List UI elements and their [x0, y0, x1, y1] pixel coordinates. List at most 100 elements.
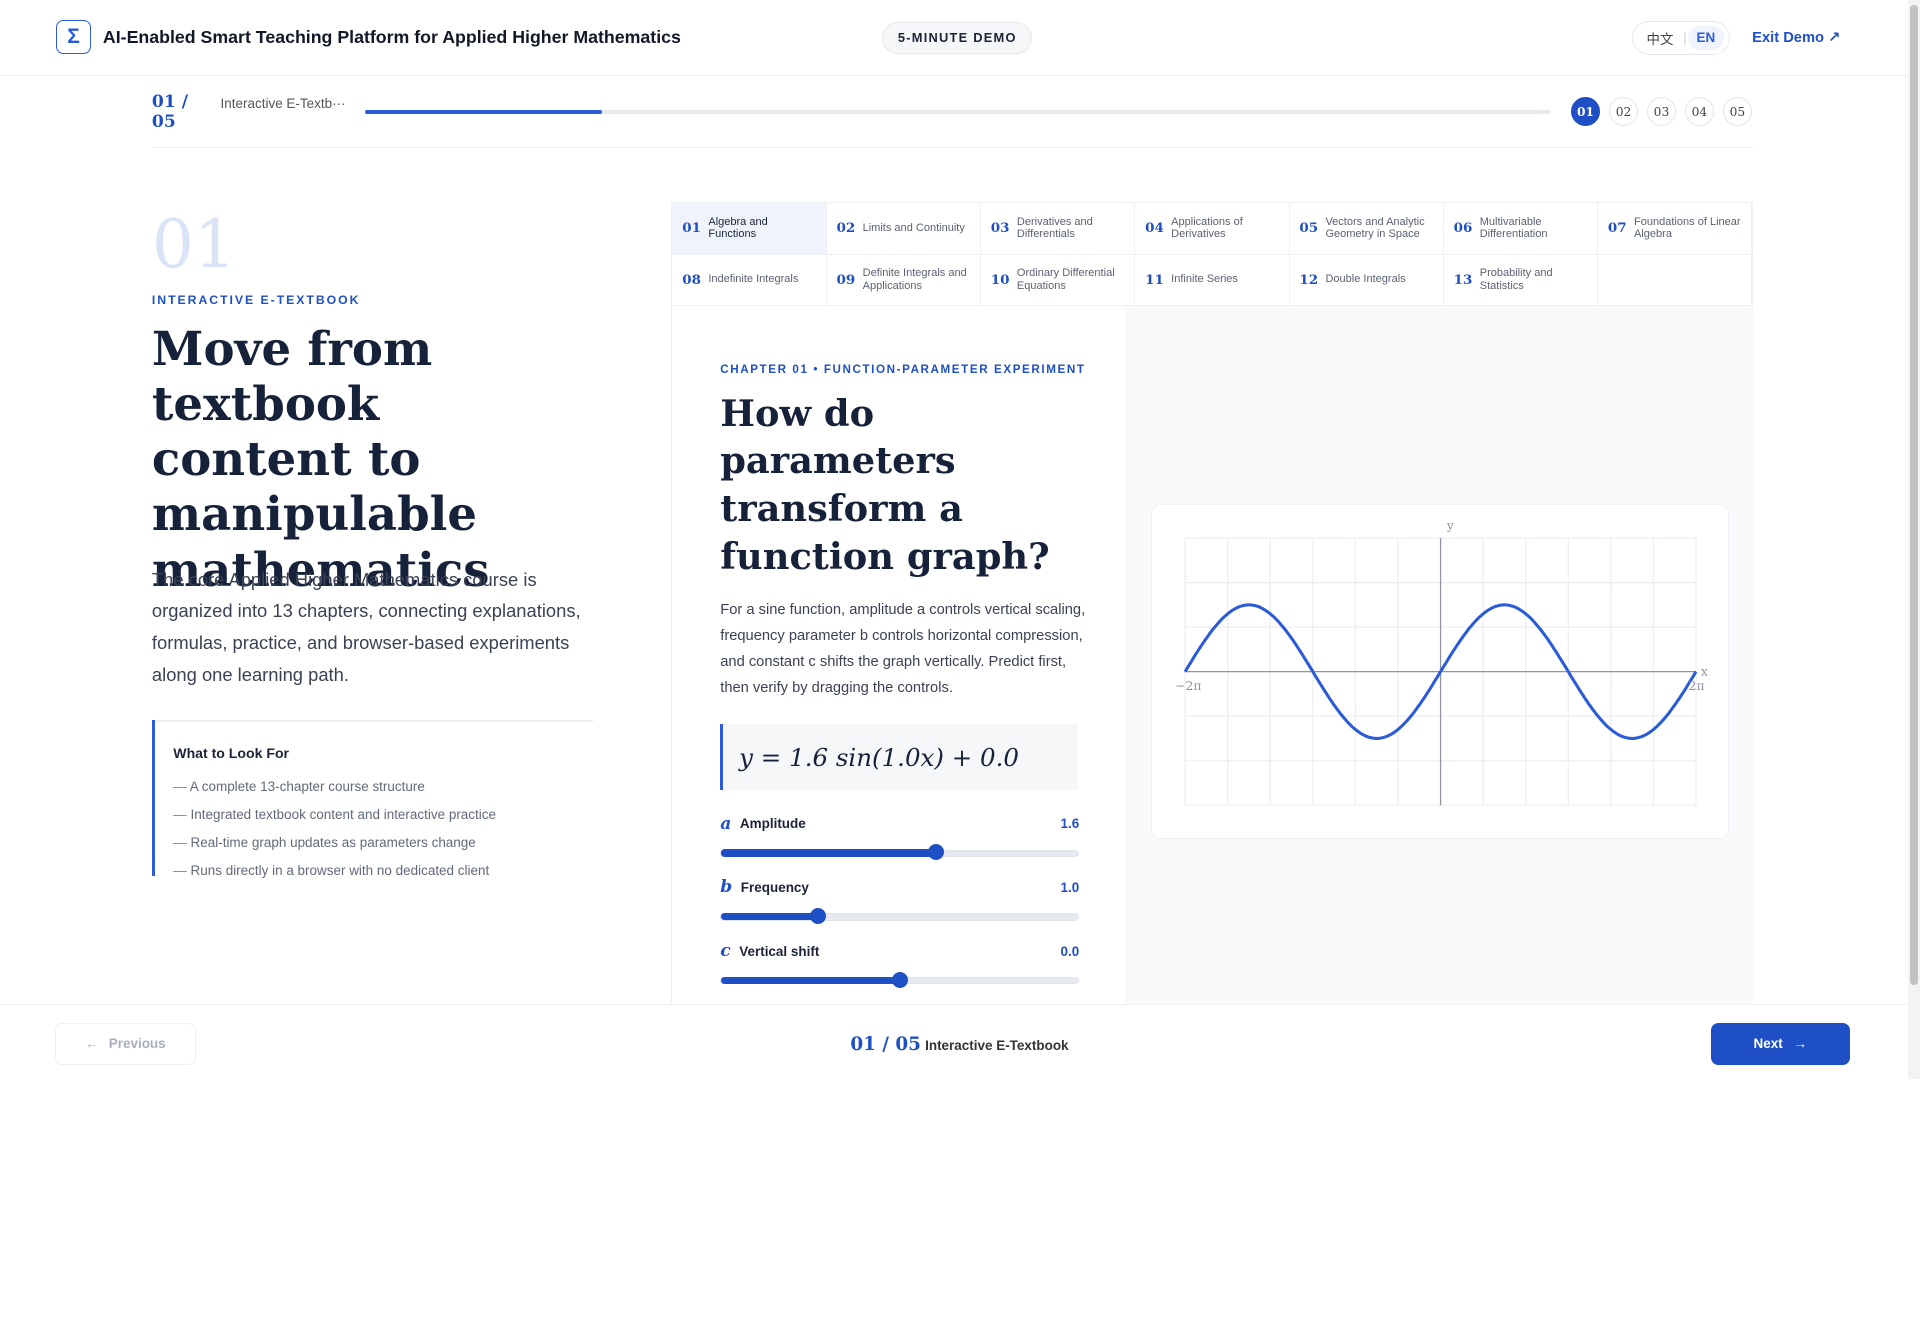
- parameter-slider: b Frequency 1.0: [720, 877, 1080, 925]
- step-dot[interactable]: 03: [1646, 96, 1677, 127]
- chapter-tab[interactable]: 12 Double Integrals: [1289, 254, 1444, 307]
- chapter-title: Indefinite Integrals: [708, 273, 799, 286]
- divider: [151, 147, 1754, 149]
- chapter-title: Algebra and Functions: [708, 215, 768, 241]
- previous-button[interactable]: ← Previous: [55, 1022, 197, 1065]
- chapter-number: 10: [990, 271, 1010, 288]
- chapter-tab[interactable]: 04 Applications of Derivatives: [1135, 203, 1290, 255]
- footer-bar: ← Previous 01 / 05 Interactive E-Textboo…: [0, 1003, 1920, 1080]
- footer-step: 01 / 05: [850, 1033, 921, 1055]
- chapter-number: 09: [836, 271, 856, 288]
- chapter-title: Limits and Continuity: [862, 221, 965, 234]
- chapter-tab[interactable]: 07 Foundations of Linear Algebra: [1598, 203, 1753, 255]
- progress-step-current: 01 /: [151, 92, 189, 113]
- chapter-tab[interactable]: 06 Multivariable Differentiation: [1443, 203, 1599, 255]
- parameter-name: Amplitude: [739, 816, 806, 832]
- chapter-number: 04: [1145, 220, 1164, 237]
- chapter-number: 12: [1299, 271, 1319, 288]
- look-item: Integrated textbook content and interact…: [173, 801, 519, 829]
- step-dots: 01 02 03 04 05: [1570, 96, 1753, 127]
- parameter-symbol: a: [720, 813, 732, 834]
- chapter-number: 07: [1607, 220, 1627, 237]
- x-min-tick-label: −2π: [1175, 679, 1201, 693]
- section-description: The core Applied Higher Mathematics cour…: [151, 568, 581, 686]
- chapter-number: 13: [1453, 271, 1473, 288]
- step-dot[interactable]: 02: [1608, 96, 1639, 127]
- parameter-symbol: c: [720, 941, 731, 962]
- next-button[interactable]: Next →: [1710, 1022, 1851, 1065]
- footer-step-name: Interactive E-Textbook: [925, 1037, 1069, 1053]
- slider-fill: [721, 849, 936, 857]
- lang-en-button[interactable]: EN: [1687, 25, 1724, 51]
- chapter-title: Ordinary Differential Equations: [1016, 266, 1115, 292]
- look-item: Runs directly in a browser with no dedic…: [173, 857, 519, 885]
- slider-label-row: a Amplitude 1.6: [720, 814, 1079, 834]
- chapter-tab[interactable]: 08 Indefinite Integrals: [672, 254, 827, 307]
- chapter-title: Infinite Series: [1171, 273, 1238, 286]
- slider-label-row: b Frequency 1.0: [720, 877, 1079, 897]
- slider-label-row: c Vertical shift 0.0: [720, 941, 1079, 961]
- chapter-title: Multivariable Differentiation: [1479, 215, 1548, 241]
- chapter-title: Probability and Statistics: [1479, 266, 1553, 292]
- chapter-title: Derivatives and Differentials: [1016, 215, 1093, 241]
- progress-step: 01 / 05: [151, 92, 189, 132]
- parameter-value: 0.0: [1060, 943, 1080, 959]
- x-axis-label: x: [1700, 664, 1707, 678]
- previous-label: Previous: [108, 1036, 166, 1052]
- chapter-title: Vectors and Analytic Geometry in Space: [1325, 215, 1425, 241]
- chapter-tab[interactable]: 05 Vectors and Analytic Geometry in Space: [1289, 203, 1444, 255]
- chapter-empty-cell: [1598, 254, 1753, 307]
- top-bar: Σ AI-Enabled Smart Teaching Platform for…: [0, 0, 1920, 76]
- parameter-slider: a Amplitude 1.6: [720, 814, 1080, 861]
- parameter-name: Frequency: [740, 879, 809, 895]
- chapter-tab[interactable]: 02 Limits and Continuity: [826, 203, 981, 255]
- parameter-value: 1.6: [1060, 816, 1080, 832]
- chapter-tab[interactable]: 01 Algebra and Functions: [672, 203, 827, 255]
- look-item: Real-time graph updates as parameters ch…: [173, 829, 519, 857]
- chapter-tab[interactable]: 09 Definite Integrals and Applications: [826, 254, 981, 307]
- look-item: A complete 13-chapter course structure: [173, 773, 519, 801]
- chapter-tab[interactable]: 11 Infinite Series: [1135, 254, 1290, 307]
- chapter-number: 11: [1145, 271, 1164, 288]
- chapter-tab[interactable]: 10 Ordinary Differential Equations: [981, 254, 1136, 307]
- experiment-question: How do parameters transform a function g…: [720, 390, 1050, 578]
- parameter-slider: c Vertical shift 0.0: [720, 941, 1080, 988]
- chapter-grid: 01 Algebra and Functions 02 Limits and Cont…: [671, 202, 1754, 307]
- what-to-look-for: What to Look For A complete 13-chapter c…: [151, 720, 520, 878]
- scrollbar-thumb[interactable]: [1910, 4, 1918, 986]
- arrow-left-icon: ←: [85, 1036, 99, 1052]
- slider-track[interactable]: [720, 908, 1080, 925]
- chapter-label: CHAPTER 01 • FUNCTION-PARAMETER EXPERIME…: [720, 362, 1086, 376]
- slider-handle[interactable]: [928, 844, 944, 861]
- chapter-title: Foundations of Linear Algebra: [1634, 215, 1741, 241]
- step-dot[interactable]: 04: [1684, 96, 1715, 127]
- slider-handle[interactable]: [810, 908, 827, 925]
- app-title: AI-Enabled Smart Teaching Platform for A…: [102, 26, 681, 47]
- section-number: 01: [151, 205, 237, 283]
- chapter-number: 01: [682, 220, 701, 237]
- slider-track[interactable]: [720, 971, 1080, 988]
- arrow-right-icon: →: [1793, 1036, 1808, 1052]
- chapter-tab[interactable]: 13 Probability and Statistics: [1443, 254, 1599, 307]
- graph-card: y x −2π 2π: [1150, 503, 1729, 840]
- chapter-number: 08: [682, 271, 701, 288]
- sigma-logo-icon: Σ: [56, 19, 91, 54]
- step-dot[interactable]: 01: [1570, 96, 1601, 127]
- lang-zh-button[interactable]: 中文: [1638, 23, 1682, 53]
- y-axis-label: y: [1445, 518, 1453, 532]
- chapter-tab[interactable]: 03 Derivatives and Differentials: [981, 203, 1136, 255]
- step-dot[interactable]: 05: [1722, 96, 1753, 127]
- demo-badge: 5-MINUTE DEMO: [882, 22, 1033, 54]
- section-eyebrow: INTERACTIVE E-TEXTBOOK: [151, 292, 361, 307]
- next-label: Next: [1753, 1036, 1783, 1052]
- exit-demo-link[interactable]: Exit Demo ↗: [1752, 29, 1840, 46]
- x-max-tick-label: 2π: [1688, 679, 1704, 693]
- progress-fill: [365, 110, 603, 114]
- language-switch: 中文 | EN: [1632, 20, 1730, 56]
- slider-fill: [721, 976, 900, 985]
- formula-display: y = 1.6 sin(1.0x) + 0.0: [720, 724, 1079, 791]
- slider-handle[interactable]: [892, 971, 909, 988]
- chapter-title: Applications of Derivatives: [1171, 215, 1243, 241]
- experiment-panel: CHAPTER 01 • FUNCTION-PARAMETER EXPERIME…: [671, 306, 1125, 1005]
- slider-track[interactable]: [720, 844, 1080, 861]
